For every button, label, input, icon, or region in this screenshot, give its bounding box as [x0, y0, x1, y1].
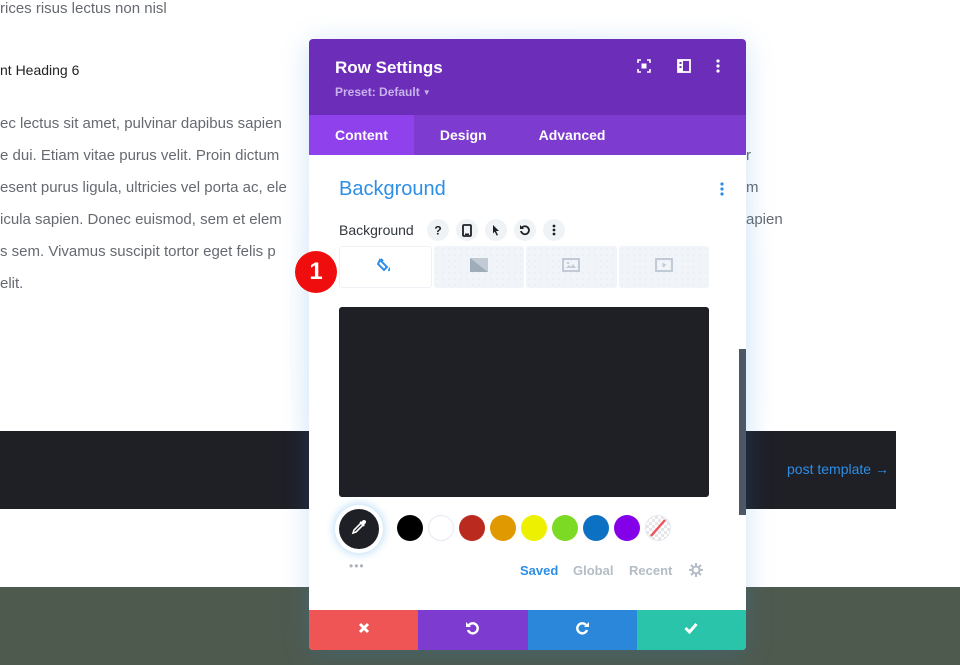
discard-button[interactable]: [309, 610, 419, 650]
section-title-background[interactable]: Background: [339, 178, 446, 201]
sidebar-toggle-icon[interactable]: [677, 59, 693, 75]
body-text-line: icula sapien. Donec euismod, sem et elem: [0, 211, 282, 228]
color-preview[interactable]: [339, 307, 709, 497]
reset-icon[interactable]: [514, 219, 536, 241]
heading-6: nt Heading 6: [0, 62, 80, 78]
preset-label: Preset: Default: [335, 85, 420, 99]
swatch-blue[interactable]: [583, 515, 609, 541]
undo-button[interactable]: [418, 610, 528, 650]
save-button[interactable]: [636, 610, 746, 650]
body-text-fragment: r: [746, 147, 751, 164]
section-more-icon[interactable]: [719, 181, 729, 199]
body-text-line: ec lectus sit amet, pulvinar dapibus sap…: [0, 115, 282, 132]
bg-type-color[interactable]: [339, 246, 432, 288]
eyedropper-icon: [350, 518, 368, 541]
annotation-badge: 1: [295, 251, 337, 293]
preset-dropdown[interactable]: Preset: Default ▼: [335, 85, 431, 99]
palette-tab-global[interactable]: Global: [573, 563, 613, 578]
bg-type-gradient[interactable]: [433, 246, 524, 288]
more-options-icon[interactable]: [543, 219, 565, 241]
color-picker-button[interactable]: [339, 509, 379, 549]
redo-icon: [574, 620, 590, 641]
tab-advanced[interactable]: Advanced: [513, 115, 632, 155]
tab-bar: Content Design Advanced: [309, 115, 746, 155]
swatch-red[interactable]: [459, 515, 485, 541]
body-text-line: s sem. Vivamus suscipit tortor eget feli…: [0, 243, 276, 260]
background-field-label: Background: [339, 222, 414, 238]
video-icon: [654, 257, 673, 277]
swatch-orange[interactable]: [490, 515, 516, 541]
body-text-fragment: apien: [746, 211, 783, 228]
post-template-link[interactable]: post template →: [787, 461, 889, 477]
image-icon: [562, 257, 581, 277]
body-text-line: rices risus lectus non nisl: [0, 0, 167, 17]
responsive-phone-icon[interactable]: [456, 219, 478, 241]
bg-type-video[interactable]: [618, 246, 709, 288]
gradient-icon: [469, 257, 488, 277]
swatch-green[interactable]: [552, 515, 578, 541]
fullscreen-icon[interactable]: [637, 59, 653, 75]
more-swatches-icon[interactable]: •••: [349, 559, 365, 573]
help-icon[interactable]: ?: [427, 219, 449, 241]
svg-text:?: ?: [434, 224, 441, 236]
redo-button[interactable]: [527, 610, 637, 650]
palette-tab-recent[interactable]: Recent: [629, 563, 672, 578]
undo-icon: [465, 620, 481, 641]
body-text-line: e dui. Etiam vitae purus velit. Proin di…: [0, 147, 280, 164]
more-vertical-icon[interactable]: [711, 59, 727, 75]
modal-title: Row Settings: [335, 58, 443, 77]
gear-icon[interactable]: [689, 563, 703, 577]
swatch-yellow[interactable]: [521, 515, 547, 541]
modal-header: Row Settings Preset: Default ▼: [309, 39, 746, 115]
swatch-transparent[interactable]: [645, 515, 671, 541]
caret-down-icon: ▼: [422, 88, 431, 98]
background-type-tabs: [339, 246, 709, 288]
body-text-line: esent purus ligula, ultricies vel porta …: [0, 179, 287, 196]
paint-bucket-icon: [377, 257, 393, 277]
tab-design[interactable]: Design: [414, 115, 513, 155]
body-text-line: elit.: [0, 275, 24, 292]
row-settings-modal: Row Settings Preset: Default ▼ Content De…: [309, 39, 746, 650]
body-text-fragment: m: [746, 179, 759, 196]
tab-content[interactable]: Content: [309, 115, 414, 155]
bg-type-image[interactable]: [526, 246, 617, 288]
swatch-purple[interactable]: [614, 515, 640, 541]
close-icon: [358, 621, 370, 639]
check-icon: [684, 621, 699, 639]
swatch-white[interactable]: [428, 515, 454, 541]
modal-scrollbar[interactable]: [739, 349, 746, 515]
swatch-black[interactable]: [397, 515, 423, 541]
palette-tab-saved[interactable]: Saved: [520, 563, 558, 578]
hover-pointer-icon[interactable]: [485, 219, 507, 241]
modal-footer: [309, 610, 746, 650]
